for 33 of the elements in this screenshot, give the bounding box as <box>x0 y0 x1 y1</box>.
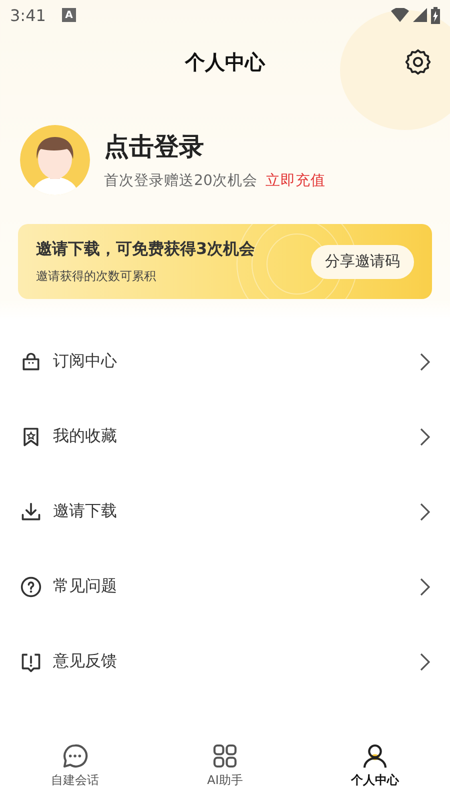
login-prompt[interactable]: 点击登录 <box>104 130 326 163</box>
page-title: 个人中心 <box>185 48 265 76</box>
tab[interactable]: 自建会话 <box>0 734 150 800</box>
chevron-icon[interactable] <box>420 428 430 446</box>
menu-item[interactable]: 订阅中心 <box>53 351 117 372</box>
grid-icon <box>211 742 239 770</box>
bonus-note: 首次登录赠送20次机会 <box>104 172 258 190</box>
recharge-link[interactable]: 立即充值 <box>265 171 326 190</box>
chevron-icon[interactable] <box>420 652 430 670</box>
share-invite-button[interactable]: 分享邀请码 <box>311 244 414 278</box>
menu-item[interactable]: 常见问题 <box>53 576 117 597</box>
bag-icon <box>20 350 42 372</box>
download-icon <box>20 500 42 522</box>
menu-item[interactable]: 意见反馈 <box>53 651 117 672</box>
chevron-icon[interactable] <box>420 352 430 370</box>
tab[interactable]: 个人中心 <box>300 734 450 800</box>
battery-icon <box>431 6 440 24</box>
question-icon <box>20 576 42 598</box>
status-time: 3:41 <box>10 6 46 24</box>
invite-subtitle: 邀请获得的次数可累积 <box>36 268 157 284</box>
chevron-icon[interactable] <box>420 502 430 520</box>
notification-badge: A <box>62 8 76 22</box>
chevron-icon[interactable] <box>420 578 430 596</box>
wifi-icon <box>391 8 409 22</box>
chat-icon <box>61 742 89 770</box>
person-icon <box>361 742 389 770</box>
menu-item[interactable]: 我的收藏 <box>53 426 117 447</box>
settings-icon[interactable] <box>404 48 432 76</box>
tab[interactable]: AI助手 <box>150 734 300 800</box>
menu-item[interactable]: 邀请下载 <box>53 501 117 522</box>
avatar[interactable] <box>20 125 90 195</box>
signal-icon <box>413 8 427 22</box>
invite-title: 邀请下载，可免费获得3次机会 <box>36 238 256 260</box>
